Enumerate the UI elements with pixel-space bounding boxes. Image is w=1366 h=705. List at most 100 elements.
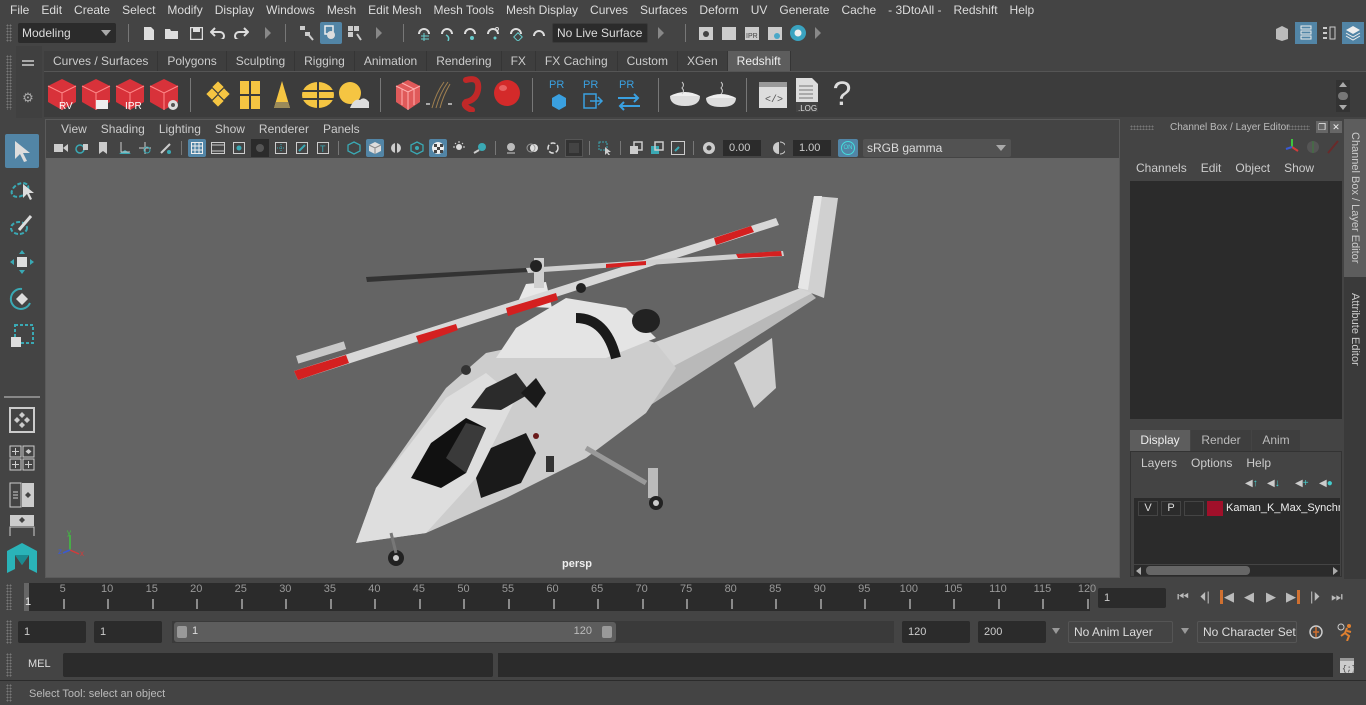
go-to-start-icon[interactable]: ⏮ bbox=[1172, 587, 1194, 607]
move-tool-icon[interactable] bbox=[5, 245, 39, 279]
redshift-bake-set-icon[interactable] bbox=[704, 80, 738, 110]
layer-tab-render[interactable]: Render bbox=[1191, 430, 1251, 451]
use-all-lights-icon[interactable] bbox=[450, 139, 468, 157]
shelf-scroller[interactable] bbox=[1336, 80, 1350, 112]
menu-mesh-display[interactable]: Mesh Display bbox=[500, 3, 584, 17]
single-perspective-layout-icon[interactable] bbox=[5, 403, 39, 437]
redshift-volume-icon[interactable] bbox=[458, 76, 488, 113]
menu-mesh[interactable]: Mesh bbox=[321, 3, 362, 17]
wireframe-icon[interactable] bbox=[345, 139, 363, 157]
redshift-hair-icon[interactable] bbox=[424, 78, 454, 112]
redshift-proxy-icon[interactable] bbox=[394, 78, 422, 112]
snap-point-icon[interactable] bbox=[460, 23, 480, 43]
bookmark-icon[interactable] bbox=[94, 139, 112, 157]
shelf-tab-xgen[interactable]: XGen bbox=[677, 51, 728, 71]
helicopter-model[interactable] bbox=[46, 158, 1119, 577]
viewport-menu-shading[interactable]: Shading bbox=[94, 122, 152, 136]
menu-edit-mesh[interactable]: Edit Mesh bbox=[362, 3, 427, 17]
shelf-tab-sculpting[interactable]: Sculpting bbox=[226, 51, 296, 71]
step-forward-key-icon[interactable]: ▶ bbox=[1282, 587, 1304, 607]
smooth-shade-all-icon[interactable] bbox=[366, 139, 384, 157]
outliner-persp-layout-icon[interactable] bbox=[5, 478, 39, 512]
exposure-field[interactable]: 0.00 bbox=[723, 140, 761, 156]
viewport-menu-renderer[interactable]: Renderer bbox=[252, 122, 316, 136]
exposure-icon[interactable] bbox=[700, 139, 718, 157]
camera-attributes-icon[interactable] bbox=[73, 139, 91, 157]
select-object-icon[interactable] bbox=[320, 22, 342, 44]
shelf-tab-custom[interactable]: Custom bbox=[617, 51, 678, 71]
xray-joints-icon[interactable] bbox=[627, 139, 645, 157]
ambient-occlusion-icon[interactable] bbox=[502, 139, 520, 157]
safe-action-icon[interactable] bbox=[293, 139, 311, 157]
layer-tab-anim[interactable]: Anim bbox=[1252, 430, 1300, 451]
close-panel-icon[interactable]: ✕ bbox=[1330, 121, 1342, 133]
channel-list[interactable] bbox=[1130, 181, 1342, 419]
four-view-layout-icon[interactable] bbox=[5, 441, 39, 475]
layer-visibility-toggle[interactable]: V bbox=[1138, 501, 1158, 516]
menu-3dtoall[interactable]: - 3DtoAll - bbox=[882, 3, 947, 17]
go-to-end-icon[interactable]: ⏭ bbox=[1326, 587, 1348, 607]
multisample-aa-icon[interactable] bbox=[544, 139, 562, 157]
redshift-ipr-icon[interactable]: IPR bbox=[114, 78, 146, 112]
scale-tool-icon[interactable] bbox=[5, 319, 39, 353]
character-set-dropdown-arrow[interactable] bbox=[1181, 628, 1189, 634]
menu-modify[interactable]: Modify bbox=[161, 3, 208, 17]
field-chart-icon[interactable] bbox=[272, 139, 290, 157]
render-view-icon[interactable] bbox=[696, 23, 716, 43]
make-live-icon[interactable] bbox=[529, 23, 549, 43]
panel-grip[interactable] bbox=[1288, 125, 1310, 130]
tool-settings-toggle-icon[interactable] bbox=[1319, 23, 1339, 43]
play-forwards-icon[interactable]: ▶ bbox=[1260, 587, 1282, 607]
range-end-handle[interactable] bbox=[602, 626, 612, 638]
channel-menu-object[interactable]: Object bbox=[1228, 161, 1277, 175]
menu-surfaces[interactable]: Surfaces bbox=[634, 3, 693, 17]
layer-tab-display[interactable]: Display bbox=[1130, 430, 1190, 451]
redshift-sun-sky-icon[interactable] bbox=[336, 80, 372, 110]
status-line-grip[interactable] bbox=[6, 24, 12, 42]
layer-display-type-toggle[interactable] bbox=[1184, 501, 1204, 516]
auto-key-icon[interactable] bbox=[1306, 622, 1326, 642]
workspace-selector[interactable]: Modeling bbox=[18, 23, 116, 43]
viewport-menu-show[interactable]: Show bbox=[208, 122, 252, 136]
redshift-render-view-icon[interactable]: RV bbox=[46, 78, 78, 112]
channel-menu-show[interactable]: Show bbox=[1277, 161, 1321, 175]
new-layer-selected-icon[interactable]: ◀● bbox=[1319, 478, 1333, 490]
redshift-dome-light-icon[interactable] bbox=[300, 80, 336, 110]
shelf-tab-fx-caching[interactable]: FX Caching bbox=[535, 51, 618, 71]
script-editor-icon[interactable]: {;} bbox=[1338, 655, 1356, 675]
select-tool-icon[interactable] bbox=[5, 134, 39, 168]
layer-row[interactable]: V P Kaman_K_Max_Synchro bbox=[1134, 498, 1340, 518]
menu-redshift[interactable]: Redshift bbox=[948, 3, 1004, 17]
menu-mesh-tools[interactable]: Mesh Tools bbox=[428, 3, 500, 17]
float-panel-icon[interactable]: ❐ bbox=[1316, 121, 1328, 133]
gamma-icon[interactable] bbox=[770, 139, 788, 157]
menu-generate[interactable]: Generate bbox=[773, 3, 835, 17]
menu-help[interactable]: Help bbox=[1004, 3, 1041, 17]
hud-icon[interactable] bbox=[669, 139, 687, 157]
snap-grid-icon[interactable] bbox=[414, 23, 434, 43]
move-layer-down-icon[interactable]: ◀↓ bbox=[1267, 478, 1281, 490]
command-input[interactable] bbox=[63, 653, 493, 677]
collapse-arrow[interactable] bbox=[815, 27, 821, 39]
redshift-bake-icon[interactable] bbox=[668, 80, 702, 110]
collapse-arrow[interactable] bbox=[265, 27, 271, 39]
move-layer-up-icon[interactable]: ◀↑ bbox=[1245, 478, 1259, 490]
undo-icon[interactable] bbox=[209, 23, 227, 43]
collapse-arrow[interactable] bbox=[376, 27, 382, 39]
collapse-arrow[interactable] bbox=[658, 27, 664, 39]
side-tab-attribute-editor[interactable]: Attribute Editor bbox=[1344, 279, 1366, 379]
redshift-portal-light-icon[interactable] bbox=[238, 78, 262, 112]
menu-create[interactable]: Create bbox=[68, 3, 116, 17]
menu-curves[interactable]: Curves bbox=[584, 3, 634, 17]
xray-icon[interactable] bbox=[408, 139, 426, 157]
wireframe-on-shaded-icon[interactable] bbox=[387, 139, 405, 157]
layer-color-swatch[interactable] bbox=[1207, 501, 1223, 516]
redshift-ies-light-icon[interactable] bbox=[270, 78, 294, 112]
help-line-grip[interactable] bbox=[6, 684, 12, 702]
redshift-log-icon[interactable]: .LOG bbox=[792, 76, 822, 114]
shelf-tab-animation[interactable]: Animation bbox=[354, 51, 428, 71]
menu-deform[interactable]: Deform bbox=[693, 3, 744, 17]
camera-select-icon[interactable] bbox=[52, 139, 70, 157]
step-back-frame-icon[interactable]: ⏴| bbox=[1194, 587, 1216, 607]
select-component-icon[interactable] bbox=[345, 23, 365, 43]
